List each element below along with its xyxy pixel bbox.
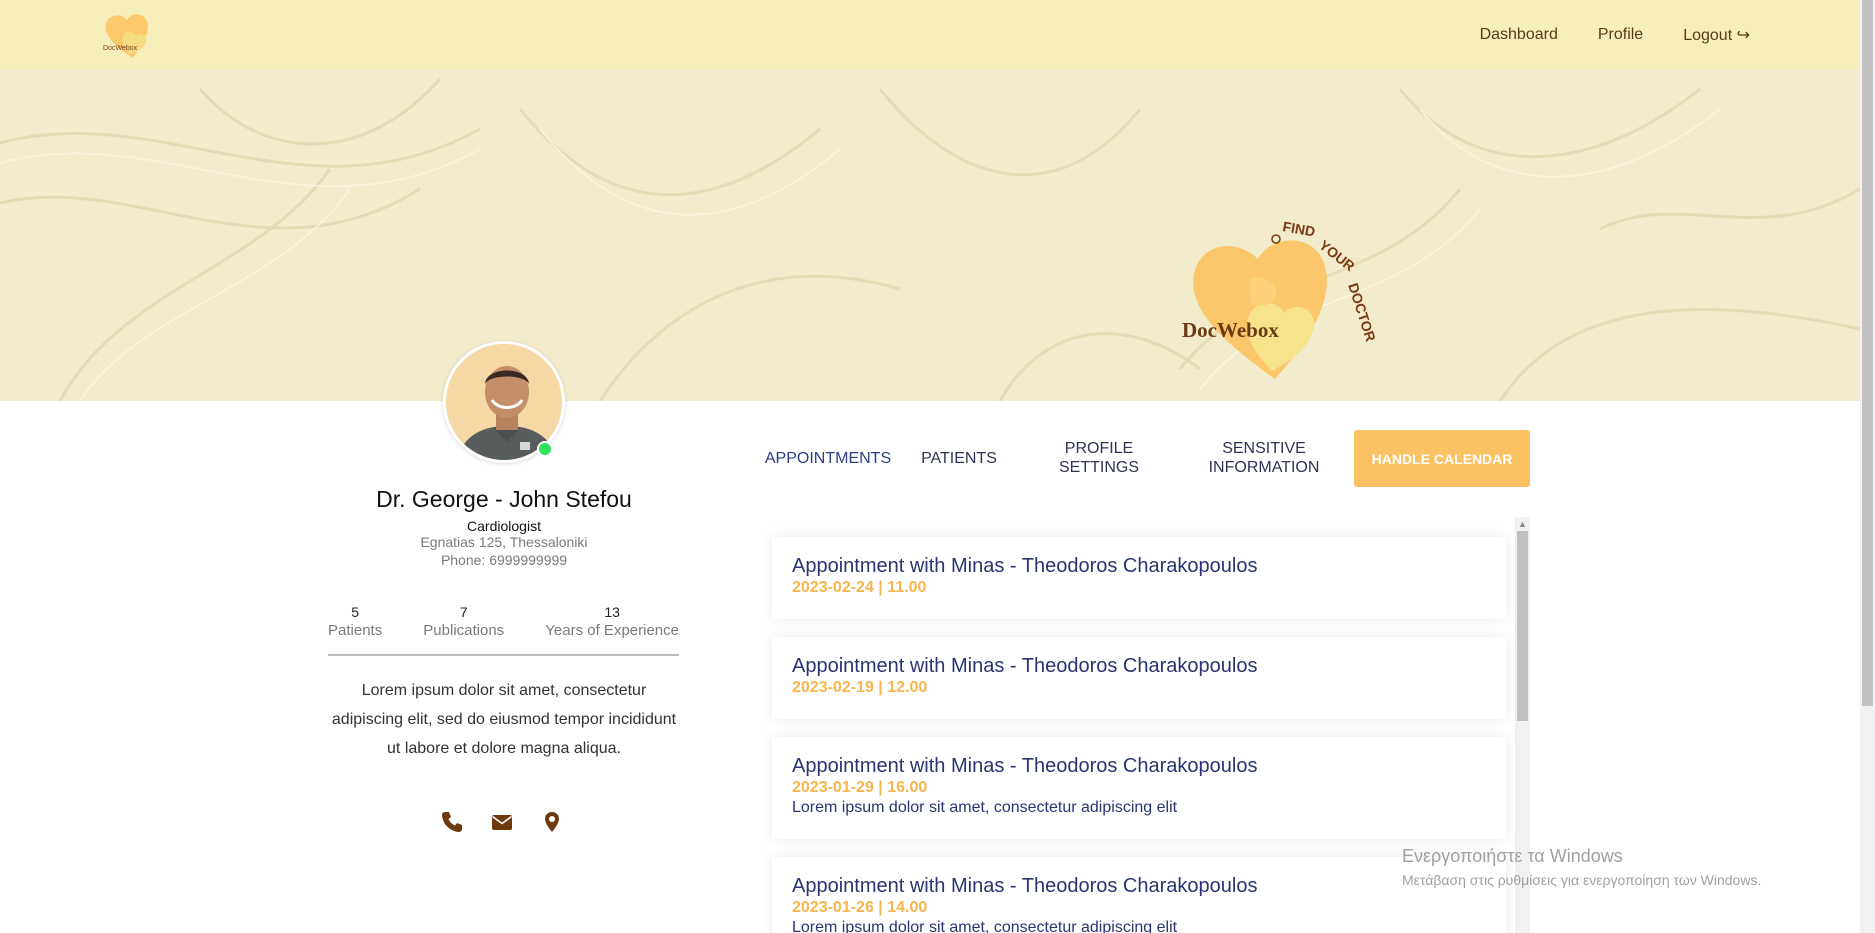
stat-value: 13 bbox=[604, 604, 620, 620]
docwebox-logo-small[interactable]: DocWebox bbox=[100, 10, 166, 60]
stat-value: 7 bbox=[459, 604, 468, 620]
page-scrollbar-thumb[interactable] bbox=[1862, 0, 1873, 706]
stat-patients: 5 Patients bbox=[328, 604, 382, 654]
online-status-indicator bbox=[537, 441, 553, 457]
doctor-address: Egnatias 125, Thessaloniki bbox=[420, 534, 588, 550]
appointment-date: 2023-01-29 | 16.00 bbox=[792, 779, 928, 796]
appointment-description: Lorem ipsum dolor sit amet, consectetur … bbox=[792, 919, 1178, 933]
tab-profile-settings[interactable]: PROFILE SETTINGS bbox=[1044, 439, 1154, 477]
watermark-line1: Ενεργοποιήστε τα Windows bbox=[1402, 846, 1623, 866]
textured-background bbox=[0, 69, 1860, 401]
appointment-date: 2023-02-19 | 12.00 bbox=[792, 679, 928, 696]
handle-calendar-button[interactable]: HANDLE CALENDAR bbox=[1354, 430, 1530, 487]
map-marker-icon[interactable] bbox=[540, 810, 564, 834]
appointment-date: 2023-02-24 | 11.00 bbox=[792, 579, 927, 596]
stat-label: Publications bbox=[423, 622, 505, 639]
stat-value: 5 bbox=[351, 604, 359, 620]
profile-tabs: APPOINTMENTS PATIENTS PROFILE SETTINGS S… bbox=[760, 430, 1530, 487]
page-scrollbar[interactable] bbox=[1860, 0, 1875, 933]
nav-logout-link[interactable]: Logout ↪ bbox=[1683, 25, 1750, 45]
scroll-up-arrow-icon[interactable]: ▲ bbox=[1515, 517, 1530, 531]
doctor-name: Dr. George - John Stefou bbox=[376, 486, 632, 512]
nav-links: Dashboard Profile Logout ↪ bbox=[1480, 0, 1750, 69]
doctor-stats: 5 Patients 7 Publications 13 Years of Ex… bbox=[328, 604, 679, 656]
tab-appointments[interactable]: APPOINTMENTS bbox=[760, 449, 896, 468]
stat-publications: 7 Publications bbox=[423, 604, 504, 654]
nav-dashboard-link[interactable]: Dashboard bbox=[1480, 26, 1558, 44]
doctor-bio: Lorem ipsum dolor sit amet, consectetur … bbox=[331, 682, 677, 757]
envelope-icon[interactable] bbox=[490, 810, 514, 834]
doctor-phone: Phone: 6999999999 bbox=[440, 552, 568, 568]
appointment-date: 2023-01-26 | 14.00 bbox=[792, 899, 928, 916]
watermark-line2: Μετάβαση στις ρυθμίσεις για ενεργοποίηση… bbox=[1402, 872, 1762, 888]
appointments-scrollbar-thumb[interactable] bbox=[1517, 531, 1528, 721]
doctor-specialty: Cardiologist bbox=[467, 518, 541, 534]
appointment-title: Appointment with Minas - Theodoros Chara… bbox=[792, 655, 1258, 677]
appointment-title: Appointment with Minas - Theodoros Chara… bbox=[792, 555, 1258, 577]
appointment-title: Appointment with Minas - Theodoros Chara… bbox=[792, 875, 1258, 897]
contact-icons bbox=[440, 810, 564, 834]
appointment-title: Appointment with Minas - Theodoros Chara… bbox=[792, 755, 1258, 777]
svg-text:DocWebox: DocWebox bbox=[1182, 318, 1279, 342]
svg-text:FIND: FIND bbox=[1281, 219, 1316, 240]
docwebox-logo-large: DocWebox FIND YOUR DOCTOR bbox=[1180, 218, 1380, 389]
windows-activation-watermark: Ενεργοποιήστε τα Windows Μετάβαση στις ρ… bbox=[1402, 846, 1761, 888]
appointment-card[interactable]: Appointment with Minas - Theodoros Chara… bbox=[772, 537, 1506, 619]
tab-patients[interactable]: PATIENTS bbox=[919, 449, 999, 468]
svg-text:DOCTOR: DOCTOR bbox=[1345, 281, 1379, 343]
appointment-card[interactable]: Appointment with Minas - Theodoros Chara… bbox=[772, 737, 1506, 839]
appointment-card[interactable]: Appointment with Minas - Theodoros Chara… bbox=[772, 857, 1506, 933]
stat-experience: 13 Years of Experience bbox=[545, 604, 679, 654]
nav-profile-link[interactable]: Profile bbox=[1598, 26, 1643, 44]
appointment-description: Lorem ipsum dolor sit amet, consectetur … bbox=[792, 799, 1178, 816]
phone-icon[interactable] bbox=[440, 810, 464, 834]
tab-sensitive-information[interactable]: SENSITIVE INFORMATION bbox=[1194, 439, 1334, 477]
top-navbar: DocWebox Dashboard Profile Logout ↪ bbox=[0, 0, 1860, 69]
svg-text:DocWebox: DocWebox bbox=[103, 45, 138, 52]
stat-label: Patients bbox=[328, 622, 383, 639]
profile-banner: DocWebox FIND YOUR DOCTOR bbox=[0, 69, 1860, 401]
appointment-card[interactable]: Appointment with Minas - Theodoros Chara… bbox=[772, 637, 1506, 719]
stat-label: Years of Experience bbox=[545, 622, 679, 639]
